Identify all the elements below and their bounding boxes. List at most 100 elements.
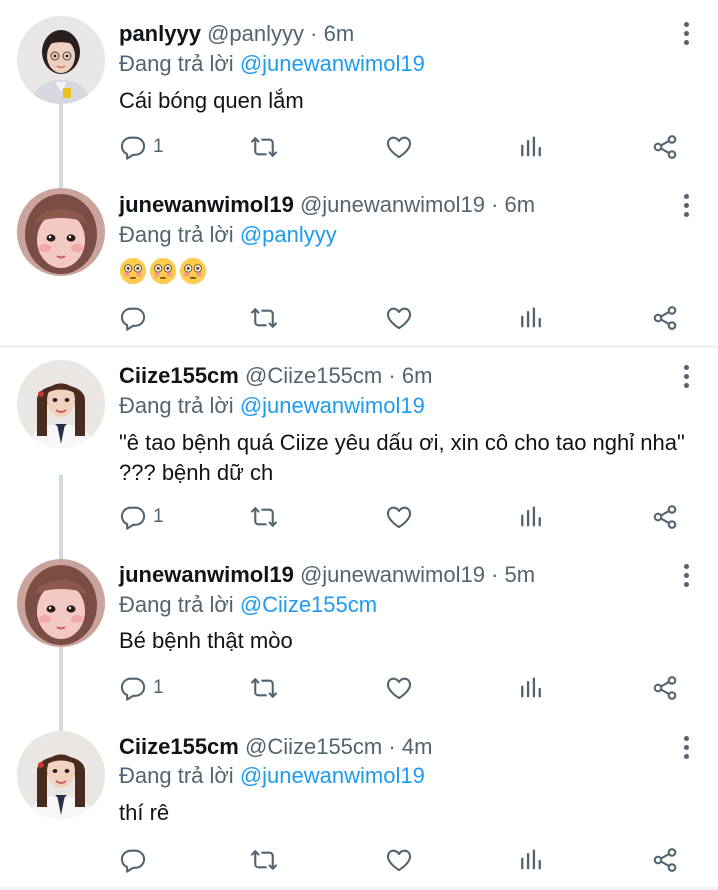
emoji-row (119, 257, 694, 285)
stats-icon (517, 846, 545, 874)
stats-button[interactable] (517, 501, 545, 533)
more-options-icon[interactable] (676, 194, 696, 220)
display-name[interactable]: panlyyy (119, 21, 201, 46)
action-bar: 1 (119, 131, 685, 163)
action-bar: 1 (119, 501, 685, 533)
user-handle[interactable]: @junewanwimol19 (300, 562, 485, 587)
separator-dot: · (491, 562, 499, 587)
reply-icon (119, 304, 147, 332)
reply-button[interactable] (119, 844, 153, 876)
user-handle[interactable]: @Ciize155cm (245, 734, 382, 759)
tweet-text: Cái bóng quen lắm (119, 88, 304, 113)
tweet[interactable]: Ciize155cm @Ciize155cm · 6m Đang trả lời… (0, 348, 718, 545)
user-handle[interactable]: @junewanwimol19 (300, 192, 485, 217)
display-name[interactable]: Ciize155cm (119, 734, 239, 759)
tweet-text: thí rê (119, 800, 170, 825)
flushed-face-emoji (119, 257, 147, 285)
more-options-icon[interactable] (676, 564, 696, 590)
like-button[interactable] (385, 302, 413, 334)
stats-button[interactable] (517, 302, 545, 334)
tweet-header: Ciize155cm @Ciize155cm · 6m (119, 362, 432, 390)
more-options-icon[interactable] (676, 736, 696, 762)
like-button[interactable] (385, 844, 413, 876)
user-handle[interactable]: @panlyyy (207, 21, 304, 46)
reply-button[interactable]: 1 (119, 131, 164, 163)
replying-to: Đang trả lời @Ciize155cm (119, 591, 377, 619)
retweet-icon (250, 304, 278, 332)
replying-to: Đang trả lời @junewanwimol19 (119, 762, 425, 790)
more-options-icon[interactable] (676, 365, 696, 391)
mention-link[interactable]: @panlyyy (240, 222, 337, 247)
action-bar (119, 844, 685, 876)
reply-button[interactable]: 1 (119, 501, 164, 533)
stats-icon (517, 304, 545, 332)
tweet[interactable]: panlyyy @panlyyy · 6m Đang trả lời @june… (0, 0, 718, 178)
action-bar: 1 (119, 672, 685, 704)
reply-prefix: Đang trả lời (119, 592, 234, 617)
avatar[interactable] (17, 188, 105, 276)
timestamp[interactable]: 4m (402, 734, 433, 759)
mention-link[interactable]: @junewanwimol19 (240, 393, 425, 418)
retweet-button[interactable] (250, 844, 278, 876)
separator-dot: · (491, 192, 499, 217)
separator-dot: · (388, 363, 396, 388)
reply-prefix: Đang trả lời (119, 51, 234, 76)
display-name[interactable]: junewanwimol19 (119, 192, 294, 217)
share-button[interactable] (651, 672, 679, 704)
flushed-face-emoji (179, 257, 207, 285)
tweet-text: "ê tao bệnh quá Ciize yêu dấu ơi, xin cô… (119, 430, 685, 485)
tweet-text (119, 257, 694, 285)
share-icon (651, 503, 679, 531)
reply-count: 1 (153, 677, 164, 698)
retweet-icon (250, 133, 278, 161)
stats-button[interactable] (517, 844, 545, 876)
share-button[interactable] (651, 501, 679, 533)
timestamp[interactable]: 6m (402, 363, 433, 388)
timestamp[interactable]: 5m (505, 562, 536, 587)
avatar[interactable] (17, 16, 105, 104)
like-button[interactable] (385, 672, 413, 704)
like-button[interactable] (385, 501, 413, 533)
avatar[interactable] (17, 360, 105, 448)
stats-button[interactable] (517, 131, 545, 163)
avatar[interactable] (17, 559, 105, 647)
share-icon (651, 846, 679, 874)
like-button[interactable] (385, 131, 413, 163)
reply-icon (119, 674, 147, 702)
display-name[interactable]: junewanwimol19 (119, 562, 294, 587)
display-name[interactable]: Ciize155cm (119, 363, 239, 388)
separator-dot: · (388, 734, 396, 759)
tweet[interactable]: junewanwimol19 @junewanwimol19 · 5m Đang… (0, 548, 718, 718)
avatar[interactable] (17, 731, 105, 819)
share-button[interactable] (651, 131, 679, 163)
reply-button[interactable]: 1 (119, 672, 164, 704)
reply-icon (119, 133, 147, 161)
tweet[interactable]: junewanwimol19 @junewanwimol19 · 6m Đang… (0, 178, 718, 346)
share-button[interactable] (651, 844, 679, 876)
timestamp[interactable]: 6m (505, 192, 536, 217)
retweet-button[interactable] (250, 302, 278, 334)
mention-link[interactable]: @junewanwimol19 (240, 763, 425, 788)
stats-button[interactable] (517, 672, 545, 704)
more-options-icon[interactable] (676, 22, 696, 48)
tweet-header: panlyyy @panlyyy · 6m (119, 20, 354, 48)
replying-to: Đang trả lời @junewanwimol19 (119, 50, 425, 78)
user-handle[interactable]: @Ciize155cm (245, 363, 382, 388)
reply-prefix: Đang trả lời (119, 222, 234, 247)
reply-button[interactable] (119, 302, 153, 334)
timestamp[interactable]: 6m (324, 21, 355, 46)
replying-to: Đang trả lời @junewanwimol19 (119, 392, 425, 420)
reply-icon (119, 846, 147, 874)
share-button[interactable] (651, 302, 679, 334)
tweet-header: junewanwimol19 @junewanwimol19 · 5m (119, 561, 535, 589)
share-icon (651, 674, 679, 702)
tweet-header: Ciize155cm @Ciize155cm · 4m (119, 733, 432, 761)
retweet-button[interactable] (250, 672, 278, 704)
mention-link[interactable]: @junewanwimol19 (240, 51, 425, 76)
heart-icon (385, 846, 413, 874)
retweet-button[interactable] (250, 501, 278, 533)
flushed-face-emoji (149, 257, 177, 285)
retweet-button[interactable] (250, 131, 278, 163)
mention-link[interactable]: @Ciize155cm (240, 592, 377, 617)
tweet[interactable]: Ciize155cm @Ciize155cm · 4m Đang trả lời… (0, 718, 718, 890)
